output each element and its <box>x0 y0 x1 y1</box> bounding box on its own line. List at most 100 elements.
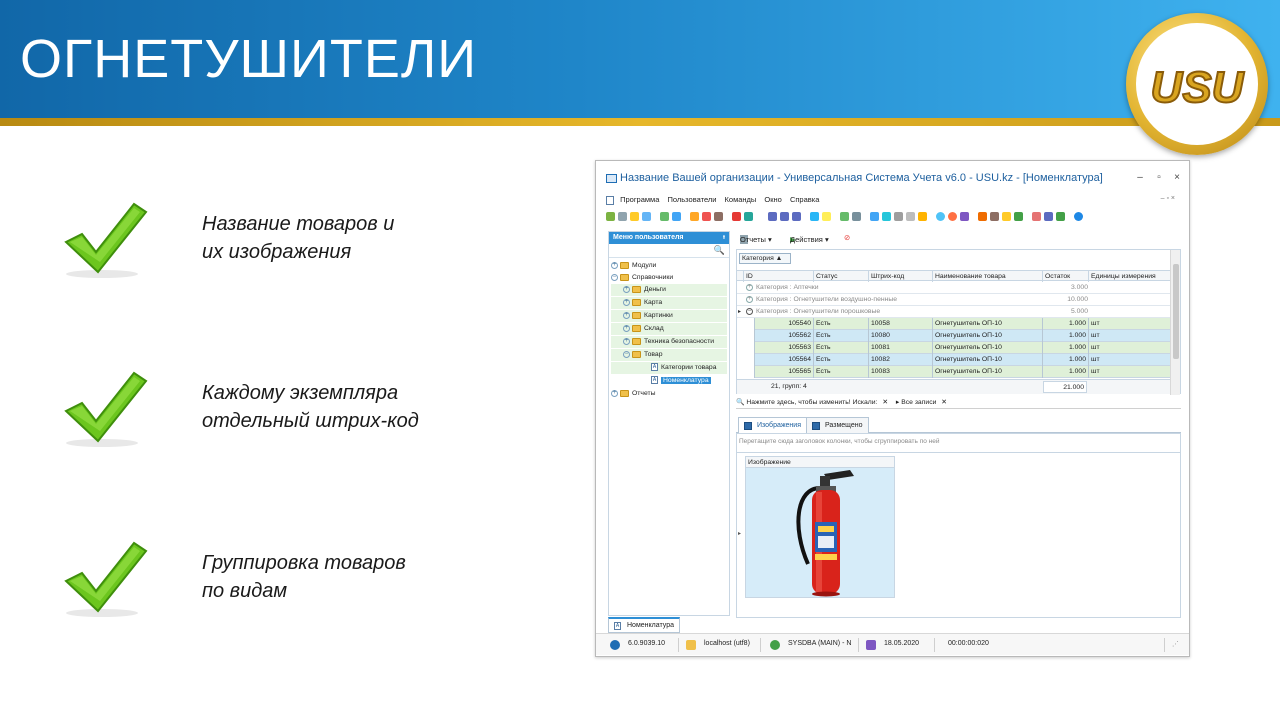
sort-icon[interactable] <box>714 212 723 221</box>
column-status[interactable]: Статус <box>813 271 868 282</box>
print-icon[interactable] <box>642 212 651 221</box>
info-icon[interactable] <box>1074 212 1083 221</box>
add-icon[interactable] <box>810 212 819 221</box>
column-unit[interactable]: Единицы измерения <box>1088 271 1171 282</box>
home-icon[interactable] <box>990 212 999 221</box>
column-image[interactable]: Изображение <box>746 457 894 468</box>
tree-item-directories[interactable]: − Справочники <box>611 272 727 284</box>
tree-item-goods[interactable]: − Товар <box>611 349 727 361</box>
group-row[interactable]: + Категория : Огнетушители воздушно-пенн… <box>737 294 1171 306</box>
menu-program[interactable]: Программа <box>620 195 659 204</box>
column-barcode[interactable]: Штрих-код <box>868 271 932 282</box>
tree-item-warehouse[interactable]: + Склад <box>611 323 727 335</box>
users-icon[interactable] <box>1014 212 1023 221</box>
status-bar: 6.0.9039.10 localhost (utf8) SYSDBA (MAI… <box>596 633 1189 655</box>
window-icon[interactable] <box>870 212 879 221</box>
column-id[interactable]: ID <box>743 271 813 282</box>
search-icon[interactable]: 🔍 <box>714 245 725 256</box>
play-icon[interactable] <box>1056 212 1065 221</box>
collapse-icon[interactable]: − <box>746 308 753 315</box>
stop-icon[interactable]: ⊘ <box>844 233 850 242</box>
tree-item-goods-categories[interactable]: A Категории товара <box>611 362 727 374</box>
close-icon[interactable]: ✕ <box>941 399 947 406</box>
tree-item-pictures[interactable]: + Картинки <box>611 310 727 322</box>
mail-icon[interactable] <box>1044 212 1053 221</box>
tree-item-reports[interactable]: + Отчеты <box>611 388 727 400</box>
group-by-category[interactable]: Категория ▲ <box>739 253 791 264</box>
collapse-icon[interactable]: − <box>611 273 618 281</box>
edit-icon[interactable] <box>630 212 639 221</box>
expand-icon[interactable]: + <box>623 324 630 332</box>
refresh-icon[interactable] <box>660 212 669 221</box>
menu-window[interactable]: Окно <box>764 195 781 204</box>
scrollbar-thumb[interactable] <box>1173 264 1179 359</box>
table-row[interactable]: 105540 Есть 10058 Огнетушитель ОП-10 1.0… <box>754 318 1171 330</box>
column-name[interactable]: Наименование товара <box>932 271 1042 282</box>
prev-record-icon[interactable] <box>780 212 789 221</box>
image-icon[interactable] <box>744 212 753 221</box>
lock-icon[interactable] <box>906 212 915 221</box>
feature-text: Название товаров и их изображения <box>202 213 395 263</box>
tree-item-safety[interactable]: + Техника безопасности <box>611 336 727 348</box>
menu-help[interactable]: Справка <box>790 195 819 204</box>
expand-icon[interactable]: + <box>623 337 630 345</box>
expand-icon[interactable]: + <box>623 311 630 319</box>
save-icon[interactable] <box>606 212 615 221</box>
collapse-icon[interactable]: − <box>623 350 630 358</box>
menu-search[interactable]: 🔍 <box>609 244 729 258</box>
menu-commands[interactable]: Команды <box>725 195 757 204</box>
menu-users[interactable]: Пользователи <box>667 195 716 204</box>
layout-icon[interactable] <box>882 212 891 221</box>
expand-icon[interactable]: + <box>746 284 753 291</box>
pin-icon[interactable]: ᵻ <box>723 232 725 244</box>
expand-icon[interactable]: + <box>623 298 630 306</box>
chart-icon[interactable] <box>948 212 957 221</box>
grid-scrollbar[interactable] <box>1170 250 1180 395</box>
settings-icon[interactable] <box>894 212 903 221</box>
copy-icon[interactable] <box>618 212 627 221</box>
tree-item-modules[interactable]: + Модули <box>611 260 727 272</box>
minimize-button[interactable]: – <box>1133 171 1147 185</box>
close-button[interactable]: × <box>1170 171 1184 185</box>
server-text: localhost (utf8) <box>704 640 750 647</box>
first-record-icon[interactable] <box>768 212 777 221</box>
close-icon[interactable]: ✕ <box>882 399 888 406</box>
search-icon[interactable] <box>672 212 681 221</box>
calendar-icon[interactable] <box>960 212 969 221</box>
next-record-icon[interactable] <box>792 212 801 221</box>
filter-bar[interactable]: 🔍 Нажмите здесь, чтобы изменить! Искали:… <box>736 397 1181 409</box>
export-icon[interactable] <box>840 212 849 221</box>
folder-icon <box>632 285 641 293</box>
mdi-window-controls[interactable]: – ▫ × <box>1161 195 1175 202</box>
table-row[interactable]: 105565 Есть 10083 Огнетушитель ОП-10 1.0… <box>754 366 1171 378</box>
table-row[interactable]: 105563 Есть 10081 Огнетушитель ОП-10 1.0… <box>754 342 1171 354</box>
group-row[interactable]: + Категория : Аптечки 3.000 <box>737 282 1171 294</box>
expand-icon[interactable]: + <box>611 261 618 269</box>
group-row[interactable]: ▸ − Категория : Огнетушители порошковые … <box>737 306 1171 318</box>
expand-icon[interactable]: + <box>611 389 618 397</box>
lock2-icon[interactable] <box>1002 212 1011 221</box>
note-icon[interactable] <box>822 212 831 221</box>
table-row[interactable]: 105562 Есть 10080 Огнетушитель ОП-10 1.0… <box>754 330 1171 342</box>
globe-icon[interactable] <box>936 212 945 221</box>
grid-icon[interactable] <box>1032 212 1041 221</box>
tree-item-money[interactable]: + Деньги <box>611 284 727 296</box>
bulb-icon[interactable] <box>918 212 927 221</box>
tab-nomenclature[interactable]: A Номенклатура <box>608 617 680 633</box>
resize-grip-icon[interactable]: ⋰ <box>1172 640 1179 648</box>
tab-placed[interactable]: Размещено <box>806 417 869 433</box>
extinguisher-image[interactable] <box>746 468 894 597</box>
filter-icon[interactable] <box>690 212 699 221</box>
report-icon[interactable] <box>978 212 987 221</box>
tree-item-map[interactable]: + Карта <box>611 297 727 309</box>
column-stock[interactable]: Остаток <box>1042 271 1088 282</box>
tree-item-nomenclature[interactable]: A Номенклатура <box>651 375 727 387</box>
maximize-button[interactable]: ▫ <box>1152 171 1166 185</box>
tab-images[interactable]: Изображения <box>738 417 807 434</box>
import-icon[interactable] <box>852 212 861 221</box>
table-row[interactable]: 105564 Есть 10082 Огнетушитель ОП-10 1.0… <box>754 354 1171 366</box>
clear-filter-icon[interactable] <box>702 212 711 221</box>
expand-icon[interactable]: + <box>746 296 753 303</box>
flag-icon[interactable] <box>732 212 741 221</box>
expand-icon[interactable]: + <box>623 285 630 293</box>
